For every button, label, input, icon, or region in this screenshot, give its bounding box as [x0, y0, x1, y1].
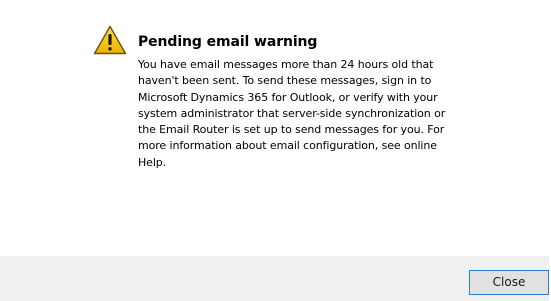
close-button[interactable]: Close [469, 270, 549, 295]
pending-email-warning-dialog: Pending email warning You have email mes… [0, 0, 549, 301]
dialog-message: You have email messages more than 24 hou… [138, 58, 446, 169]
dialog-footer: Close [0, 256, 549, 301]
warning-triangle-icon [93, 25, 127, 55]
dialog-title: Pending email warning [138, 34, 318, 50]
dialog-content: Pending email warning You have email mes… [0, 0, 549, 256]
